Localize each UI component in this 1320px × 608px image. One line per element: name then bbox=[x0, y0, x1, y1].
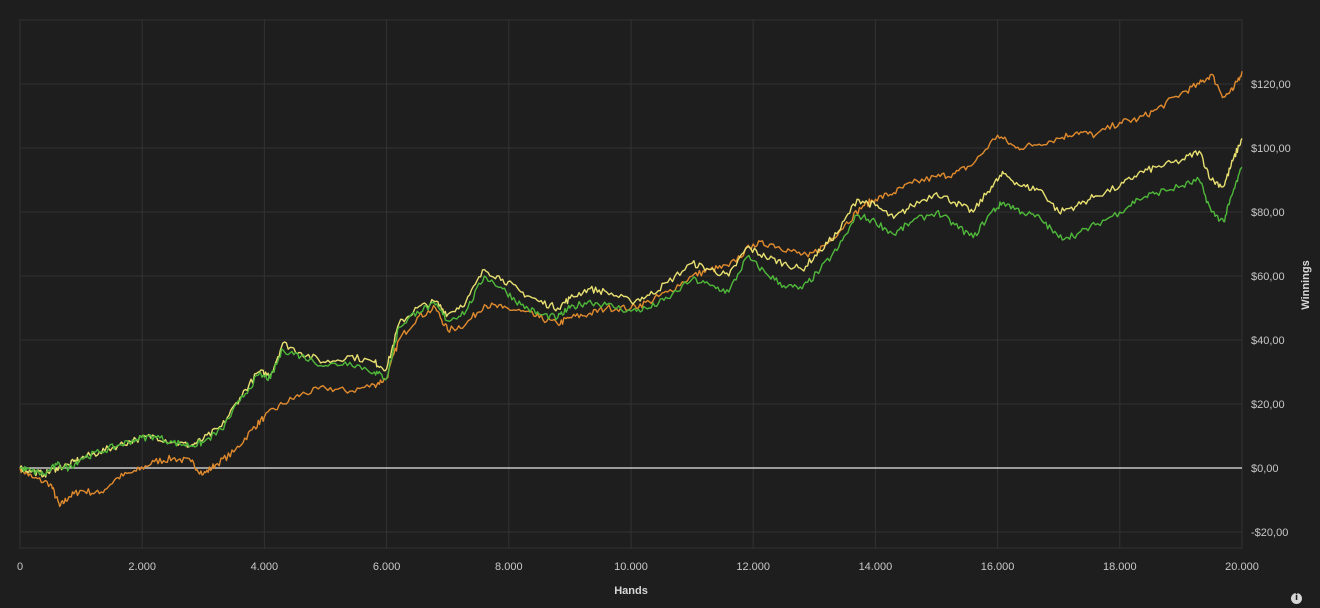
y-tick-label: $100,00 bbox=[1251, 143, 1291, 155]
y-tick-labels: -$20,00 $0,00 $20,00 $40,00 $60,00 $80,00 $100… bbox=[1251, 79, 1291, 539]
y-tick-label: $20,00 bbox=[1251, 399, 1285, 411]
winnings-chart: 0 2.000 4.000 6.000 8.000 10.000 12.000 14.000 1… bbox=[17, 19, 1312, 597]
x-tick-label: 20.000 bbox=[1225, 561, 1259, 573]
y-tick-label: $60,00 bbox=[1251, 271, 1285, 283]
y-tick-label: $120,00 bbox=[1251, 79, 1291, 91]
y-tick-label: $80,00 bbox=[1251, 207, 1285, 219]
x-tick-label: 8.000 bbox=[495, 561, 523, 573]
x-tick-label: 18.000 bbox=[1103, 561, 1137, 573]
x-tick-label: 12.000 bbox=[736, 561, 770, 573]
x-axis-title: Hands bbox=[614, 585, 648, 597]
x-tick-label: 2.000 bbox=[128, 561, 156, 573]
x-tick-label: 6.000 bbox=[373, 561, 401, 573]
x-tick-label: 0 bbox=[17, 561, 23, 573]
x-tick-label: 14.000 bbox=[859, 561, 893, 573]
y-axis-title: Winnings bbox=[1300, 260, 1312, 309]
x-tick-label: 4.000 bbox=[251, 561, 279, 573]
x-tick-labels: 0 2.000 4.000 6.000 8.000 10.000 12.000 14.000 1… bbox=[17, 561, 1259, 573]
x-tick-label: 16.000 bbox=[981, 561, 1015, 573]
y-tick-label: $0,00 bbox=[1251, 463, 1279, 475]
info-icon[interactable]: i bbox=[1291, 593, 1302, 604]
y-tick-label: -$20,00 bbox=[1251, 527, 1288, 539]
y-tick-label: $40,00 bbox=[1251, 335, 1285, 347]
x-tick-label: 10.000 bbox=[614, 561, 648, 573]
